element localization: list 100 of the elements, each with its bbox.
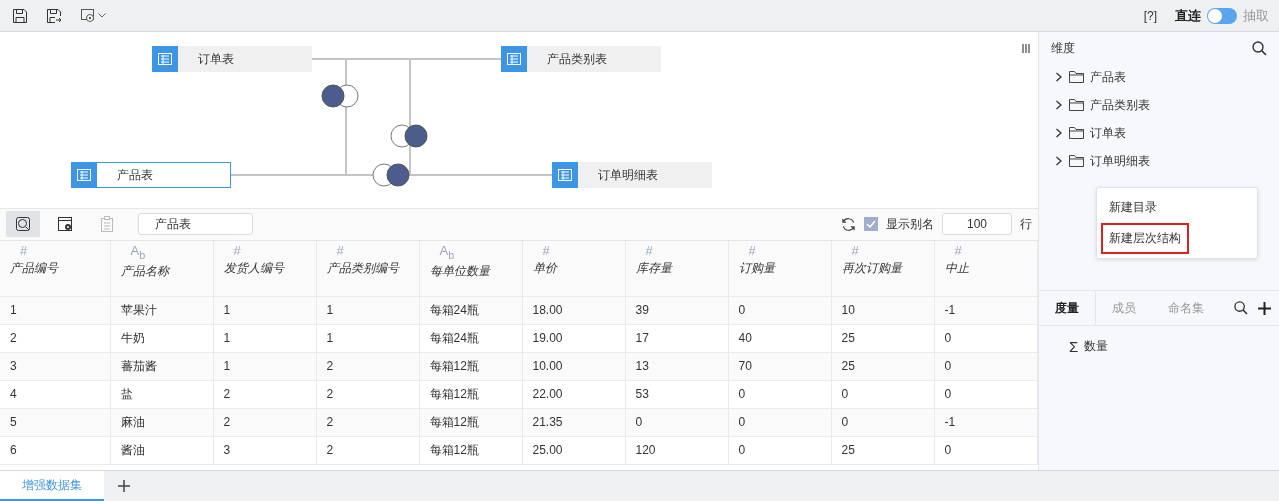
column-header[interactable]: A$_{b}$ 每单位数量: [419, 240, 522, 296]
table-cell: 4: [0, 380, 110, 408]
column-header[interactable]: # 产品编号: [0, 240, 110, 296]
menu-item[interactable]: 新建层次结构: [1103, 225, 1187, 252]
tree-item[interactable]: 产品类别表: [1051, 91, 1150, 119]
columns-icon[interactable]: [1022, 44, 1030, 53]
table-cell: 2: [213, 408, 316, 436]
column-header[interactable]: # 发货人编号: [213, 240, 316, 296]
type-mark: #: [19, 243, 29, 258]
sum-icon: Σ: [1069, 338, 1079, 355]
tree-item[interactable]: 订单表: [1051, 119, 1126, 147]
table-cell: 1: [316, 296, 419, 324]
tree-item[interactable]: 产品表: [1051, 63, 1126, 91]
table-cell: 每箱24瓶: [419, 296, 522, 324]
table-cell: 40: [728, 324, 831, 352]
table-cell: 盐: [110, 380, 213, 408]
help-link[interactable]: [?]: [1143, 8, 1157, 23]
folder-icon: [1069, 155, 1084, 167]
table-cell: 1: [213, 352, 316, 380]
search-icon[interactable]: [1234, 301, 1248, 315]
table-cell: 17: [625, 324, 728, 352]
table-cell: 3: [213, 436, 316, 464]
measure-item[interactable]: 数量: [1084, 338, 1109, 355]
table-cell: 120: [625, 436, 728, 464]
clipboard-icon: [100, 216, 114, 233]
window-settings-icon: [57, 216, 73, 233]
table-cell: 2: [316, 380, 419, 408]
folder-icon: [1069, 127, 1084, 139]
type-mark: #: [541, 243, 551, 258]
table-node[interactable]: 产品类别表: [501, 46, 661, 72]
table-cell: 0: [728, 436, 831, 464]
table-cell: 3: [0, 352, 110, 380]
show-alias-label: 显示别名: [886, 215, 934, 233]
add-icon: [118, 480, 130, 492]
table-cell: 19.00: [522, 324, 625, 352]
column-header[interactable]: # 产品类别编号: [316, 240, 419, 296]
table-cell: 2: [316, 352, 419, 380]
extract-mode-label: 抽取: [1243, 6, 1269, 25]
table-name-field[interactable]: 产品表: [138, 213, 253, 236]
table-cell: 每箱12瓶: [419, 352, 522, 380]
table-node[interactable]: 订单表: [152, 46, 312, 72]
table-node[interactable]: 订单明细表: [552, 162, 712, 188]
table-icon: [158, 53, 172, 65]
tree-item[interactable]: 订单明细表: [1051, 147, 1150, 175]
table-cell: 25: [831, 324, 934, 352]
table-cell: 0: [934, 324, 1037, 352]
column-header[interactable]: # 再次订购量: [831, 240, 934, 296]
column-header[interactable]: # 订购量: [728, 240, 831, 296]
table-cell: 1: [316, 324, 419, 352]
preview-button[interactable]: [6, 211, 40, 238]
row-count-field[interactable]: 100: [942, 213, 1012, 236]
table-cell: 酱油: [110, 436, 213, 464]
table-cell: 2: [316, 436, 419, 464]
table-cell: -1: [934, 408, 1037, 436]
join-icon[interactable]: [390, 124, 428, 148]
panel-tab[interactable]: 度量: [1039, 291, 1096, 325]
type-mark: #: [850, 243, 860, 258]
show-alias-checkbox[interactable]: [864, 217, 878, 232]
column-header[interactable]: # 库存量: [625, 240, 728, 296]
table-cell: 10.00: [522, 352, 625, 380]
column-header[interactable]: # 单价: [522, 240, 625, 296]
column-header[interactable]: A$_{b}$ 产品名称: [110, 240, 213, 296]
table-node[interactable]: 产品表: [71, 162, 231, 188]
table-cell: 0: [728, 296, 831, 324]
table-cell: 2: [316, 408, 419, 436]
search-icon[interactable]: [1252, 41, 1267, 56]
refresh-icon[interactable]: [841, 216, 856, 232]
table-cell: 0: [831, 408, 934, 436]
direct-mode-label: 直连: [1175, 6, 1201, 25]
save-as-icon: [46, 7, 62, 24]
type-mark: A$_{b}$: [129, 243, 147, 262]
table-cell: 0: [728, 408, 831, 436]
table-cell: 每箱24瓶: [419, 324, 522, 352]
table-cell: 1: [213, 324, 316, 352]
join-icon[interactable]: [321, 84, 359, 108]
table-cell: 10: [831, 296, 934, 324]
folder-icon: [1069, 99, 1084, 111]
table-cell: 0: [934, 436, 1037, 464]
dimensions-title: 维度: [1051, 40, 1075, 57]
join-icon[interactable]: [372, 163, 410, 187]
type-mark: #: [747, 243, 757, 258]
table-cell: 1: [0, 296, 110, 324]
type-mark: #: [953, 243, 963, 258]
table-cell: 2: [213, 380, 316, 408]
table-cell: 每箱12瓶: [419, 436, 522, 464]
column-header[interactable]: # 中止: [934, 240, 1037, 296]
table-cell: 0: [625, 408, 728, 436]
table-cell: 53: [625, 380, 728, 408]
table-cell: 13: [625, 352, 728, 380]
add-icon[interactable]: [1258, 301, 1271, 315]
table-cell: 牛奶: [110, 324, 213, 352]
table-cell: 25: [831, 436, 934, 464]
table-cell: 每箱12瓶: [419, 408, 522, 436]
menu-item[interactable]: 新建目录: [1103, 194, 1163, 221]
table-cell: 苹果汁: [110, 296, 213, 324]
table-icon: [77, 169, 91, 181]
table-cell: 22.00: [522, 380, 625, 408]
table-cell: 39: [625, 296, 728, 324]
mode-toggle[interactable]: [1207, 7, 1237, 24]
table-cell: 5: [0, 408, 110, 436]
